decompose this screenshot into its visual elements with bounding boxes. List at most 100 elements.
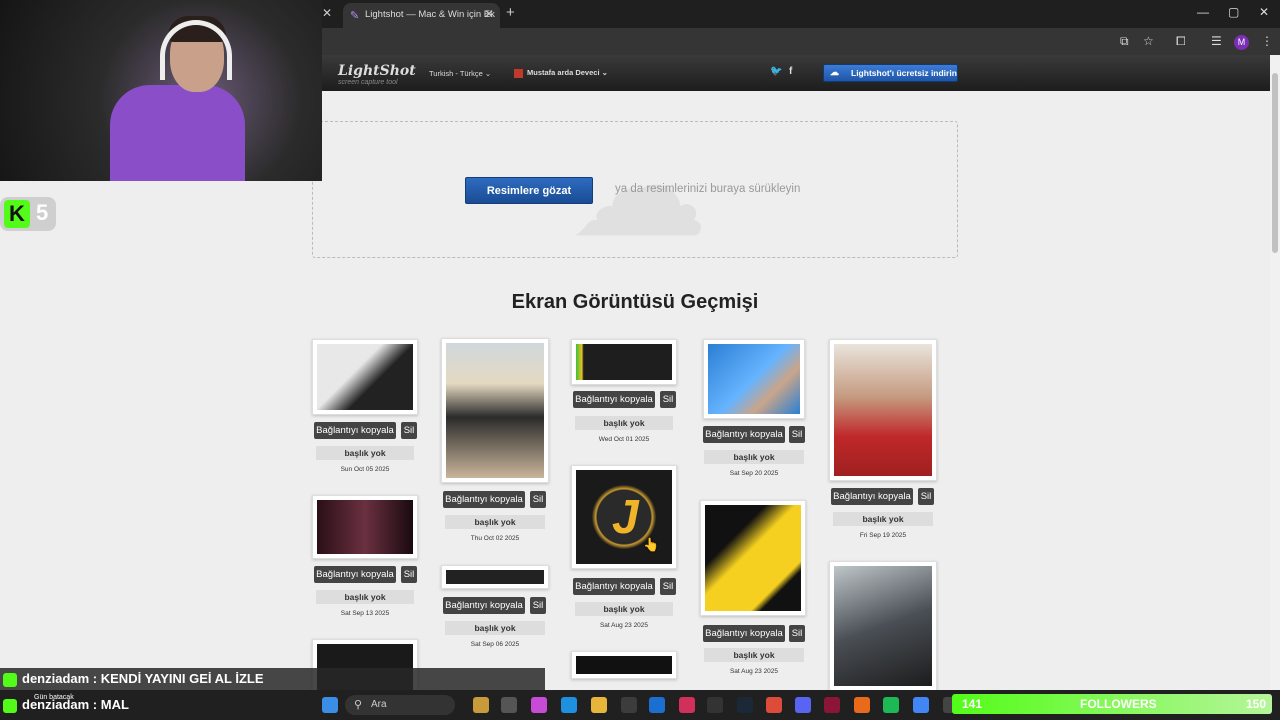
screenshot-date: Sat Aug 23 2025 — [599, 622, 649, 629]
copy-link-button[interactable]: Bağlantıyı kopyala — [443, 491, 525, 508]
delete-button[interactable]: Sil — [660, 578, 676, 595]
delete-button[interactable]: Sil — [660, 391, 676, 408]
epic-games-icon[interactable] — [707, 697, 723, 713]
close-icon[interactable]: ✕ — [484, 7, 494, 21]
menu-kebab-icon[interactable]: ⋮ — [1261, 34, 1273, 48]
screenshot-title[interactable]: başlık yok — [575, 602, 673, 616]
screenshot-date: Fri Sep 19 2025 — [859, 532, 907, 539]
tab-title: Lightshot — Mac & Win için Ek — [365, 9, 495, 20]
download-label: Lightshot'ı ücretsiz indirin — [851, 68, 957, 78]
opera-icon[interactable] — [679, 697, 695, 713]
screenshot-thumbnail[interactable] — [571, 651, 677, 679]
chat-line: denziadam : KENDİ YAYINI GEİ AL İZLE — [0, 668, 545, 690]
chrome-profile-icon[interactable] — [913, 697, 929, 713]
followers-label: FOLLOWERS — [1080, 697, 1157, 711]
browse-images-button[interactable]: Resimlere gözat — [465, 177, 593, 204]
upload-dropzone[interactable]: ☁ Resimlere gözat ya da resimlerinizi bu… — [312, 112, 958, 262]
bookmark-star-icon[interactable]: ☆ — [1143, 34, 1154, 48]
screenshot-thumbnail[interactable] — [441, 565, 549, 589]
logo-subtitle: screen capture tool — [338, 79, 398, 86]
screenshot-date: Sat Sep 06 2025 — [470, 641, 520, 648]
screenshot-thumbnail[interactable]: J — [571, 465, 677, 569]
chat-message: KENDİ YAYINI GEİ AL İZLE — [100, 671, 264, 686]
copy-link-button[interactable]: Bağlantıyı kopyala — [573, 578, 655, 595]
delete-button[interactable]: Sil — [918, 488, 934, 505]
screenshot-date: Sun Oct 05 2025 — [340, 466, 390, 473]
delete-button[interactable]: Sil — [530, 597, 546, 614]
screenshot-title[interactable]: başlık yok — [445, 515, 545, 529]
maximize-icon[interactable]: ▢ — [1228, 5, 1239, 19]
webcam-overlay — [0, 0, 322, 181]
minimize-icon[interactable]: — — [1197, 5, 1209, 19]
delete-button[interactable]: Sil — [530, 491, 546, 508]
copy-link-button[interactable]: Bağlantıyı kopyala — [443, 597, 525, 614]
copy-link-button[interactable]: Bağlantıyı kopyala — [314, 566, 396, 583]
facebook-icon[interactable]: f — [789, 66, 792, 77]
screenshot-thumbnail[interactable] — [571, 339, 677, 385]
delete-button[interactable]: Sil — [789, 625, 805, 642]
screenshot-thumbnail[interactable] — [312, 495, 418, 559]
extensions-icon[interactable]: ⧠ — [1176, 34, 1186, 49]
chat-line: denziadam : MAL — [0, 694, 545, 716]
user-flag-icon — [514, 68, 523, 78]
chat-message: MAL — [100, 697, 129, 712]
screenshot-thumbnail[interactable] — [829, 561, 937, 691]
screenshot-title[interactable]: başlık yok — [575, 416, 673, 430]
user-name: Mustafa arda Deveci ⌄ — [527, 68, 608, 77]
user-menu[interactable]: Mustafa arda Deveci ⌄ — [514, 68, 608, 78]
download-button[interactable]: ☁ Lightshot'ı ücretsiz indirin — [823, 64, 958, 82]
steam-icon[interactable] — [737, 697, 753, 713]
screenshot-title[interactable]: başlık yok — [316, 446, 414, 460]
origin-icon[interactable] — [854, 697, 870, 713]
cloud-download-icon: ☁ — [830, 67, 839, 77]
twitter-icon[interactable]: 🐦 — [770, 66, 782, 77]
spotify-icon[interactable] — [883, 697, 899, 713]
profile-avatar[interactable]: M — [1234, 35, 1249, 50]
edge-icon[interactable] — [561, 697, 577, 713]
screenshot-title[interactable]: başlık yok — [704, 648, 804, 662]
delete-button[interactable]: Sil — [789, 426, 805, 443]
outlook-icon[interactable] — [649, 697, 665, 713]
lightshot-logo[interactable]: LightShot — [338, 63, 416, 79]
browser-tab-active[interactable]: ✎ Lightshot — Mac & Win için Ek ✕ — [343, 3, 500, 28]
store-icon[interactable] — [621, 697, 637, 713]
copy-link-button[interactable]: Bağlantıyı kopyala — [314, 422, 396, 439]
file-explorer-icon[interactable] — [591, 697, 607, 713]
screenshot-thumbnail[interactable] — [700, 500, 806, 616]
history-title: Ekran Görüntüsü Geçmişi — [511, 291, 759, 313]
screenshot-thumbnail[interactable] — [829, 339, 937, 481]
discord-icon[interactable] — [795, 697, 811, 713]
delete-button[interactable]: Sil — [401, 422, 417, 439]
mouse-cursor-icon: 👆 — [643, 537, 660, 552]
screenshot-thumbnail[interactable] — [312, 339, 418, 415]
copy-link-button[interactable]: Bağlantıyı kopyala — [703, 625, 785, 642]
scroll-thumb[interactable] — [1272, 73, 1278, 253]
screenshot-title[interactable]: başlık yok — [704, 450, 804, 464]
copy-link-button[interactable]: Bağlantıyı kopyala — [573, 391, 655, 408]
page-scrollbar[interactable] — [1270, 55, 1280, 720]
screenshot-thumbnail[interactable] — [703, 339, 805, 419]
reading-list-icon[interactable]: ☰ — [1211, 34, 1222, 48]
language-selector[interactable]: Turkish - Türkçe ⌄ — [429, 69, 491, 78]
screenshot-thumbnail[interactable] — [441, 338, 549, 483]
kick-chat-icon — [3, 699, 17, 713]
screenshot-date: Sat Aug 23 2025 — [729, 668, 779, 675]
cast-icon[interactable]: ⧉ — [1120, 34, 1129, 49]
copy-link-button[interactable]: Bağlantıyı kopyala — [703, 426, 785, 443]
close-icon[interactable]: ✕ — [322, 6, 332, 20]
screenshot-title[interactable]: başlık yok — [445, 621, 545, 635]
delete-button[interactable]: Sil — [401, 566, 417, 583]
weather-notification: Gün batacak — [34, 694, 74, 701]
followers-goal-bar: 141 FOLLOWERS 150 — [952, 694, 1272, 714]
screenshot-title[interactable]: başlık yok — [316, 590, 414, 604]
chrome-icon[interactable] — [766, 697, 782, 713]
drop-hint: ya da resimlerinizi buraya sürükleyin — [615, 183, 801, 195]
copy-link-button[interactable]: Bağlantıyı kopyala — [831, 488, 913, 505]
streamer-body — [110, 85, 245, 181]
window-close-icon[interactable]: ✕ — [1259, 5, 1269, 19]
screenshot-date: Wed Oct 01 2025 — [598, 436, 650, 443]
page-content: ☁ Resimlere gözat ya da resimlerinizi bu… — [0, 91, 1270, 720]
screenshot-title[interactable]: başlık yok — [833, 512, 933, 526]
new-tab-icon[interactable]: + — [506, 4, 515, 21]
valorant-icon[interactable] — [824, 697, 840, 713]
